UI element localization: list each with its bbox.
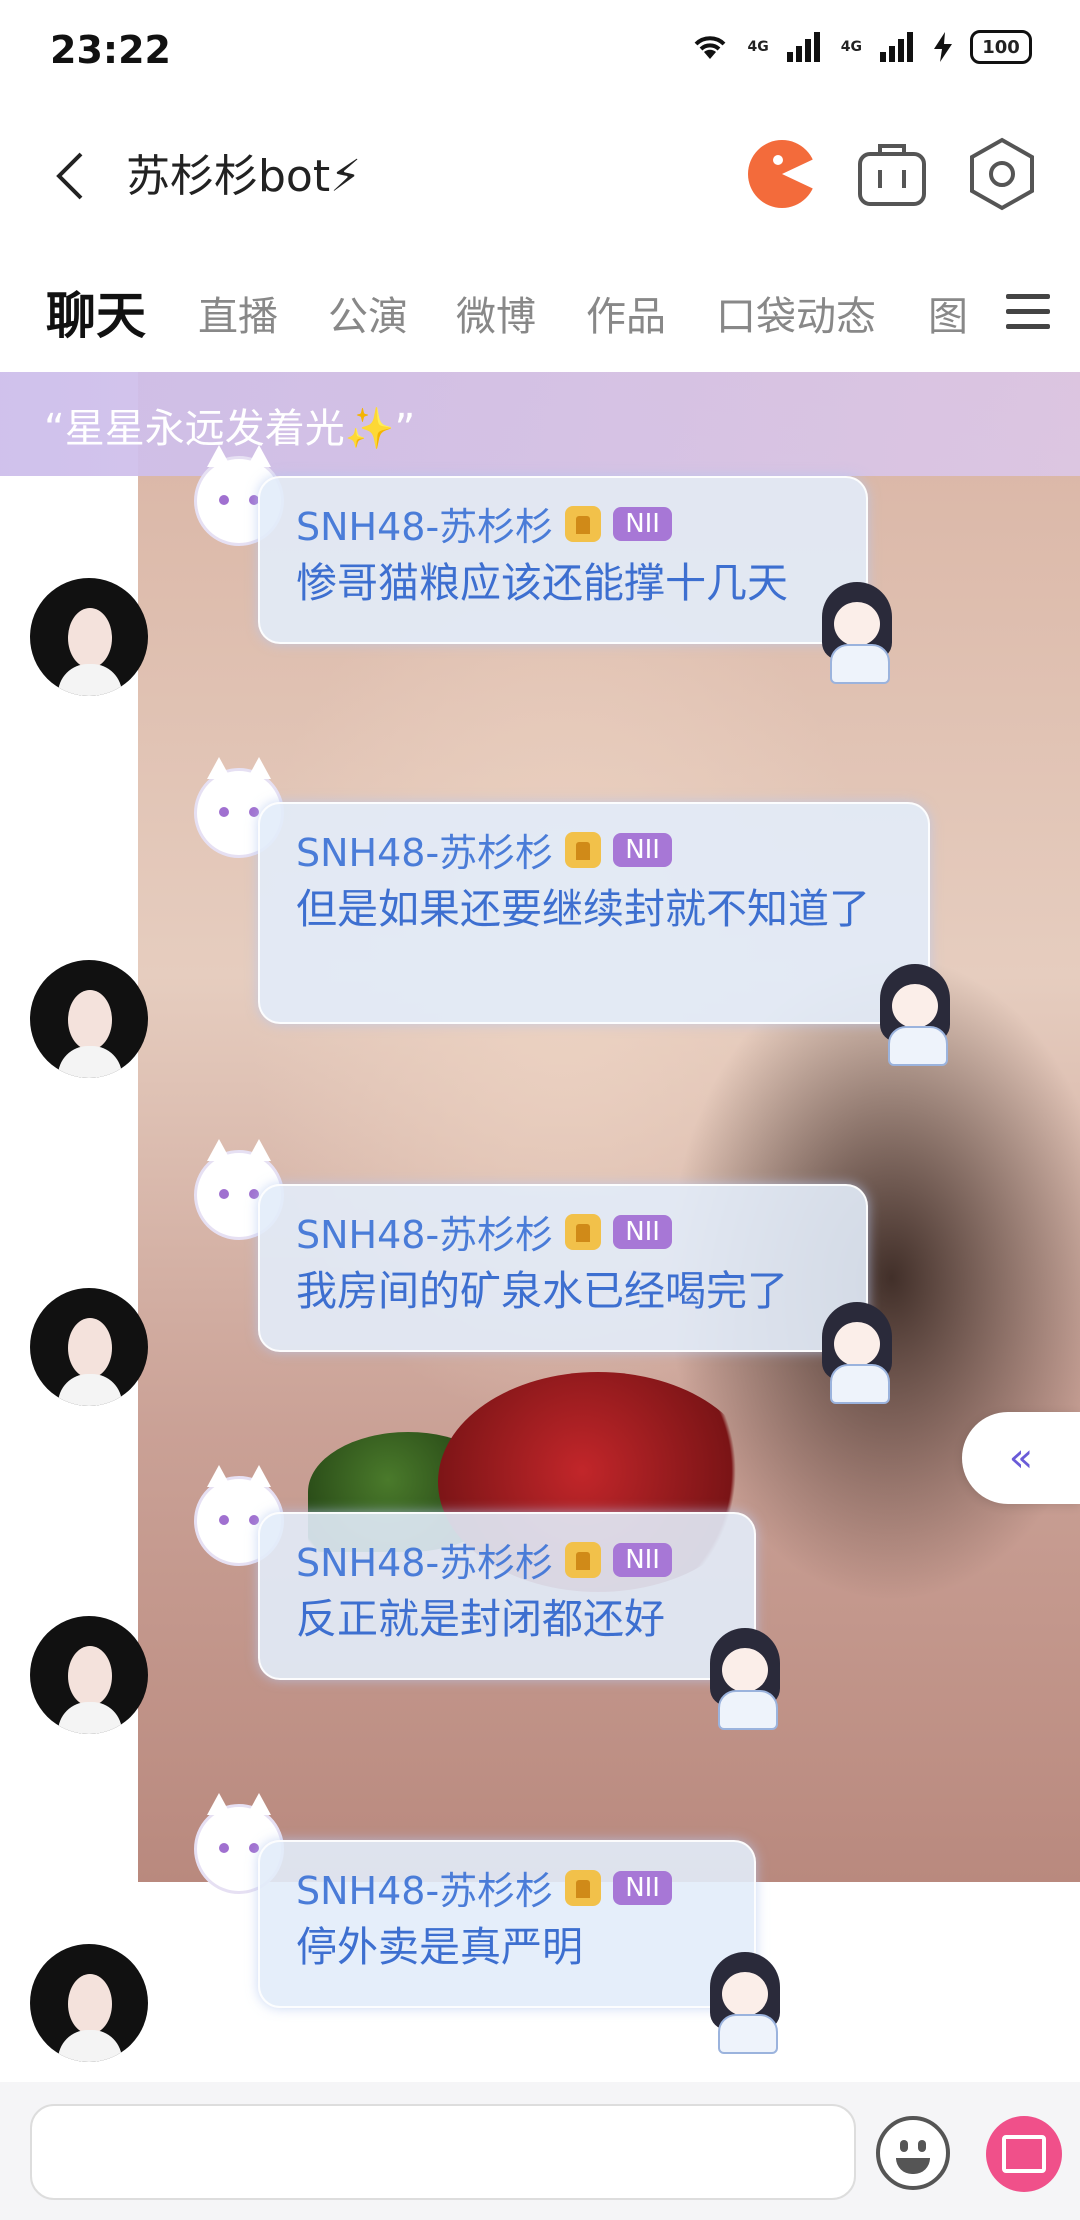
sender-name: SNH48-苏杉杉 [296,1213,554,1257]
tab-works[interactable]: 作品 [586,284,666,342]
pinned-message[interactable]: “星星永远发着光✨” [0,372,1080,476]
sender-name: SNH48-苏杉杉 [296,1869,554,1913]
tab-pocket-feed[interactable]: 口袋动态 [716,284,876,342]
message-bubble[interactable]: SNH48-苏杉杉 NII 反正就是封闭都还好 [258,1512,756,1680]
chibi-sticker-icon [700,1628,790,1730]
chat-area[interactable]: “星星永远发着光✨” SNH48-苏杉杉 NII 惨哥猫粮应该还能撑十几天 SN… [0,372,1080,2082]
emoji-icon[interactable] [876,2116,950,2190]
sender-name: SNH48-苏杉杉 [296,831,554,875]
house-icon [565,1213,602,1250]
chat-header: 苏杉杉bot⚡ [0,100,1080,252]
tab-chat[interactable]: 聊天 [46,276,146,348]
chibi-sticker-icon [870,964,960,1066]
tab-performance[interactable]: 公演 [328,284,408,342]
message-bubble[interactable]: SNH48-苏杉杉 NII 惨哥猫粮应该还能撑十几天 [258,476,868,644]
back-button[interactable] [40,136,100,216]
side-expand-tab[interactable]: « [962,1412,1080,1504]
signal-icon [786,32,820,62]
status-bar: 23:22 4G 4G 100 [0,0,1080,100]
tab-bar: 聊天 直播 公演 微博 作品 口袋动态 图 [0,250,1080,372]
message-bubble[interactable]: SNH48-苏杉杉 NII 停外卖是真严明 [258,1840,756,2008]
tab-weibo[interactable]: 微博 [456,284,536,342]
input-bar [0,2082,1080,2220]
avatar[interactable] [30,1944,148,2062]
network-type-2: 4G [840,39,862,55]
settings-icon[interactable] [964,136,1040,212]
game-icon[interactable] [744,136,820,212]
message-bubble[interactable]: SNH48-苏杉杉 NII 但是如果还要继续封就不知道了 [258,802,930,1024]
team-badge: NII [613,1870,672,1905]
avatar[interactable] [30,1288,148,1406]
message-text: 反正就是封闭都还好 [296,1595,665,1643]
chibi-sticker-icon [700,1952,790,2054]
message-text: 惨哥猫粮应该还能撑十几天 [296,559,788,607]
gift-icon[interactable] [986,2116,1062,2192]
tab-pictures[interactable]: 图 [928,284,968,342]
team-badge: NII [613,832,672,867]
status-time: 23:22 [50,28,171,72]
avatar[interactable] [30,578,148,696]
chibi-sticker-icon [812,1302,902,1404]
avatar[interactable] [30,960,148,1078]
tab-live[interactable]: 直播 [198,284,278,342]
message-bubble[interactable]: SNH48-苏杉杉 NII 我房间的矿泉水已经喝完了 [258,1184,868,1352]
message-text: 停外卖是真严明 [296,1923,583,1971]
status-icons: 4G 4G 100 [690,30,1032,64]
house-icon [565,1869,602,1906]
wifi-icon [694,36,725,59]
team-badge: NII [613,1214,672,1249]
message-text: 我房间的矿泉水已经喝完了 [296,1267,788,1315]
sender-line: SNH48-苏杉杉 NII [296,496,830,551]
chevron-left-icon [56,152,83,200]
team-badge: NII [613,506,672,541]
battery-indicator: 100 [970,30,1032,64]
avatar[interactable] [30,1616,148,1734]
sender-name: SNH48-苏杉杉 [296,505,554,549]
chibi-sticker-icon [812,582,902,684]
suitcase-icon[interactable] [854,136,930,212]
house-icon [565,1541,602,1578]
menu-icon[interactable] [1004,290,1052,334]
team-badge: NII [613,1542,672,1577]
page-title: 苏杉杉bot⚡ [126,151,361,202]
charging-icon [934,32,952,62]
signal-icon-2 [880,32,913,62]
sender-line: SNH48-苏杉杉 NII [296,822,892,877]
sender-line: SNH48-苏杉杉 NII [296,1860,718,1915]
sender-line: SNH48-苏杉杉 NII [296,1532,718,1587]
house-icon [565,505,602,542]
message-text: 但是如果还要继续封就不知道了 [296,885,870,933]
house-icon [565,831,602,868]
message-input[interactable] [30,2104,856,2200]
network-type-1: 4G [747,39,769,55]
sender-line: SNH48-苏杉杉 NII [296,1204,830,1259]
sender-name: SNH48-苏杉杉 [296,1541,554,1585]
